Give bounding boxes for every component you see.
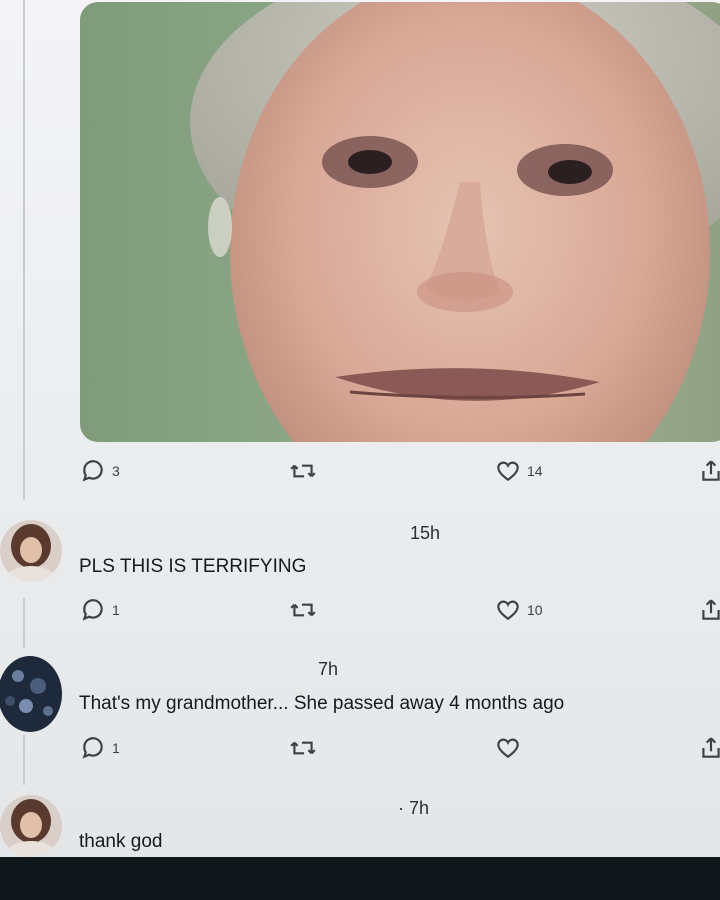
reply-icon bbox=[82, 460, 103, 482]
reply-text: thank god bbox=[79, 831, 163, 852]
like-button[interactable]: 14 bbox=[495, 458, 543, 484]
share-icon bbox=[702, 599, 720, 620]
avatar-photo bbox=[0, 520, 62, 582]
retweet-icon bbox=[290, 464, 316, 478]
reply-timestamp: 7h bbox=[318, 659, 339, 679]
retweet-button[interactable] bbox=[288, 735, 318, 761]
retweet-button[interactable] bbox=[288, 458, 318, 484]
reply-icon bbox=[82, 599, 103, 621]
retweet-icon bbox=[290, 603, 316, 617]
tweet-action-bar: 3 14 bbox=[0, 458, 720, 488]
reply-button[interactable]: 3 bbox=[80, 458, 120, 484]
avatar-photo bbox=[0, 656, 62, 732]
heart-icon bbox=[497, 461, 519, 481]
reply-action-bar: 1 10 bbox=[0, 597, 720, 627]
reply-text: PLS THIS IS TERRIFYING bbox=[79, 556, 307, 577]
share-button[interactable] bbox=[700, 735, 720, 761]
retweet-button[interactable] bbox=[288, 597, 318, 623]
avatar-photo bbox=[0, 795, 62, 857]
like-count: 14 bbox=[527, 463, 543, 479]
reply-button[interactable]: 1 bbox=[80, 735, 120, 761]
thread-line bbox=[23, 0, 25, 500]
bottom-bar bbox=[0, 857, 720, 900]
share-icon bbox=[702, 460, 720, 481]
share-button[interactable] bbox=[700, 597, 720, 623]
avatar[interactable] bbox=[0, 520, 62, 582]
reply-timestamp: 15h bbox=[410, 523, 441, 543]
share-button[interactable] bbox=[700, 458, 720, 484]
reply-count: 3 bbox=[112, 463, 120, 479]
reply-icon bbox=[82, 737, 103, 759]
photo-face bbox=[190, 2, 720, 442]
share-icon bbox=[702, 737, 720, 758]
like-count: 10 bbox=[527, 602, 543, 618]
avatar[interactable] bbox=[0, 656, 62, 732]
reply-timestamp: · 7h bbox=[398, 798, 430, 818]
heart-icon bbox=[497, 738, 519, 758]
reply-button[interactable]: 1 bbox=[80, 597, 120, 623]
tweet-media-image[interactable] bbox=[80, 2, 720, 442]
like-button[interactable]: 10 bbox=[495, 597, 543, 623]
retweet-icon bbox=[290, 741, 316, 755]
like-button[interactable] bbox=[495, 735, 521, 761]
reply-text: That's my grandmother... She passed away… bbox=[79, 693, 565, 714]
reply-action-bar: 1 bbox=[0, 735, 720, 765]
reply-count: 1 bbox=[112, 602, 120, 618]
heart-icon bbox=[497, 600, 519, 620]
avatar[interactable] bbox=[0, 795, 62, 857]
reply-count: 1 bbox=[112, 740, 120, 756]
